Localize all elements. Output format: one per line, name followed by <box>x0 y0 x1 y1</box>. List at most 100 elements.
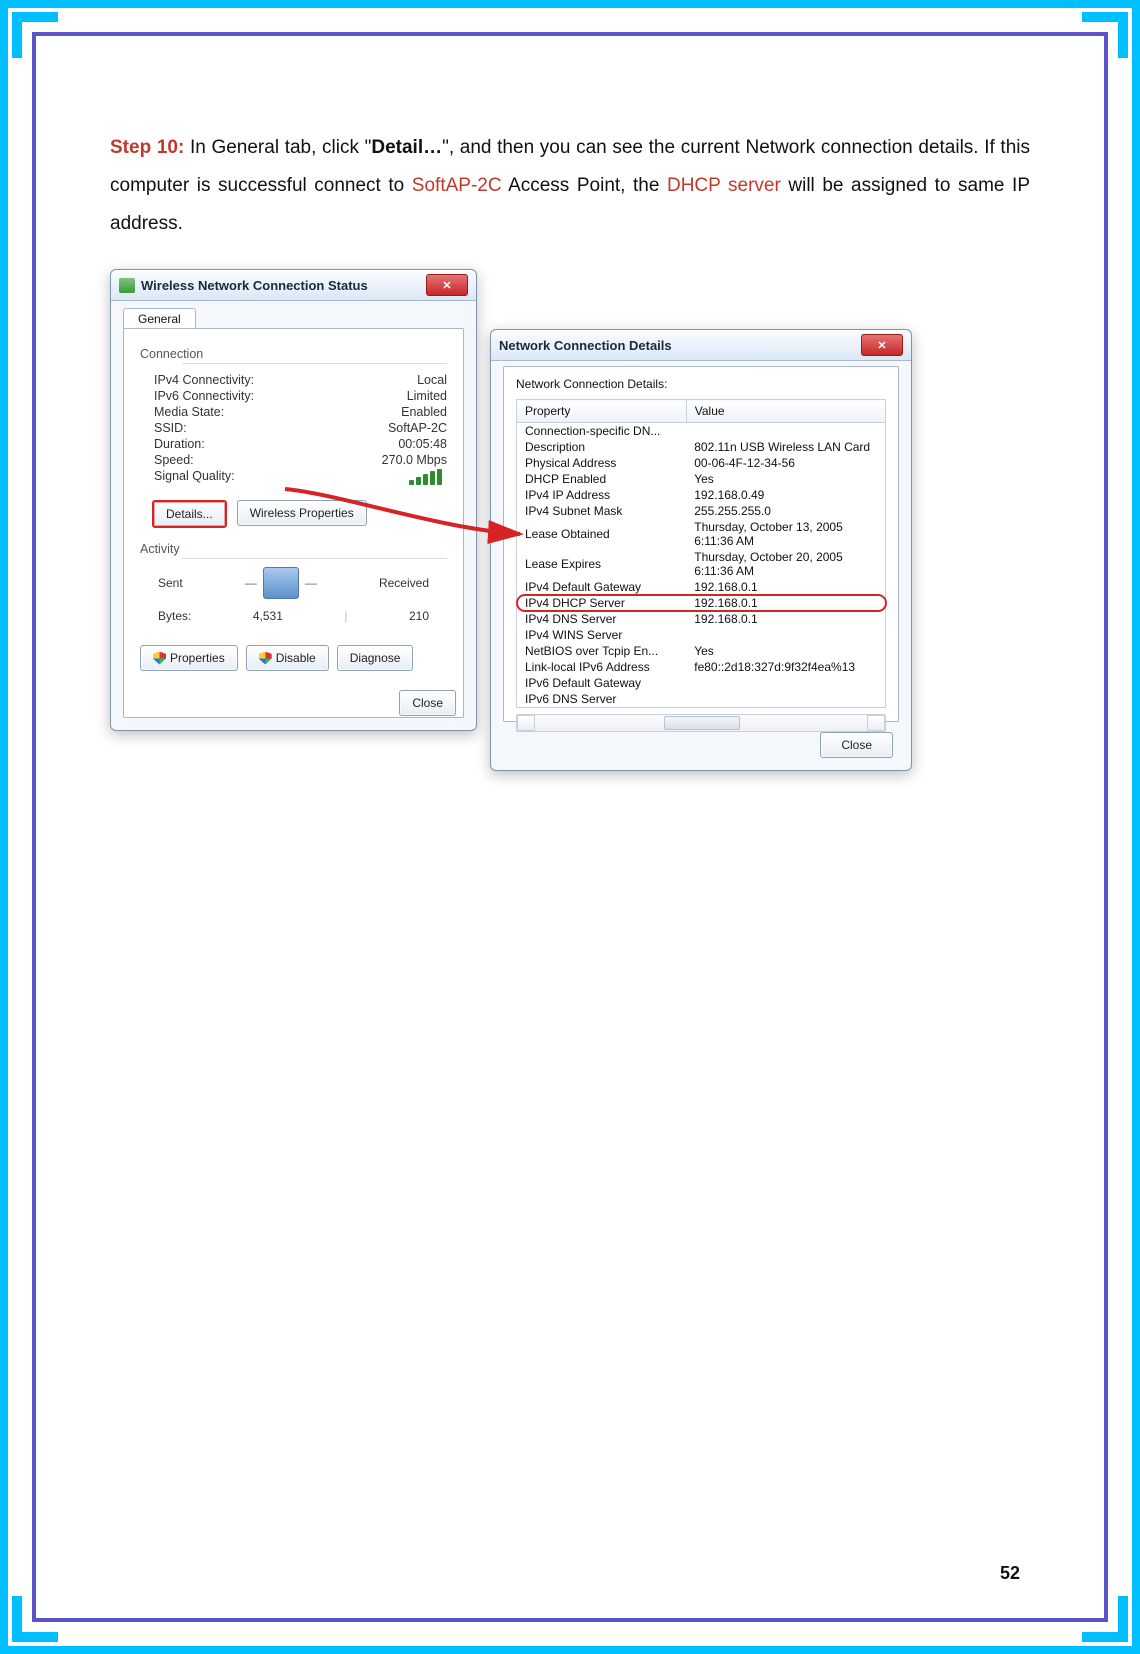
bytes-sent-value: 4,531 <box>253 609 283 623</box>
property-cell: DHCP Enabled <box>517 471 687 487</box>
property-cell: IPv4 IP Address <box>517 487 687 503</box>
corner-decoration <box>12 12 58 58</box>
instruction-text: Step 10: In General tab, click "Detail…"… <box>110 129 1030 243</box>
details-title: Network Connection Details <box>499 338 672 353</box>
speed-label: Speed: <box>154 453 194 467</box>
detail-keyword: Detail… <box>371 137 442 158</box>
properties-button[interactable]: Properties <box>140 645 238 671</box>
ipv4-connectivity-value: Local <box>417 373 447 387</box>
col-value[interactable]: Value <box>686 400 885 423</box>
duration-label: Duration: <box>154 437 205 451</box>
value-cell: Thursday, October 13, 2005 6:11:36 AM <box>686 519 885 549</box>
received-label: Received <box>379 576 429 590</box>
page-number: 52 <box>1000 1563 1020 1584</box>
activity-heading: Activity <box>140 542 447 559</box>
shield-icon <box>153 652 166 665</box>
property-cell: NetBIOS over Tcpip En... <box>517 643 687 659</box>
details-titlebar[interactable]: Network Connection Details ✕ <box>491 330 911 361</box>
status-dialog: Wireless Network Connection Status ✕ Gen… <box>110 269 477 731</box>
property-cell: Lease Expires <box>517 549 687 579</box>
status-close-button[interactable]: Close <box>399 690 456 716</box>
close-icon[interactable]: ✕ <box>861 334 903 356</box>
table-row[interactable]: Link-local IPv6 Addressfe80::2d18:327d:9… <box>517 659 886 675</box>
property-cell: IPv4 DHCP Server <box>517 595 687 611</box>
property-cell: IPv6 Default Gateway <box>517 675 687 691</box>
status-title: Wireless Network Connection Status <box>141 278 368 293</box>
sent-label: Sent <box>158 576 183 590</box>
value-cell: Thursday, October 20, 2005 6:11:36 AM <box>686 549 885 579</box>
connection-heading: Connection <box>140 347 447 364</box>
value-cell <box>686 691 885 708</box>
horizontal-scrollbar[interactable] <box>516 714 886 732</box>
signal-bars-icon <box>409 469 447 485</box>
table-row[interactable]: IPv4 DNS Server192.168.0.1 <box>517 611 886 627</box>
property-cell: IPv4 DNS Server <box>517 611 687 627</box>
ipv6-connectivity-label: IPv6 Connectivity: <box>154 389 254 403</box>
dhcp-keyword: DHCP server <box>667 175 781 196</box>
table-row[interactable]: Connection-specific DN... <box>517 423 886 440</box>
shield-icon <box>259 652 272 665</box>
bytes-label: Bytes: <box>158 609 191 623</box>
corner-decoration <box>12 1596 58 1642</box>
property-cell: Description <box>517 439 687 455</box>
value-cell: 802.11n USB Wireless LAN Card <box>686 439 885 455</box>
details-button[interactable]: Details... <box>152 500 227 528</box>
property-cell: IPv4 WINS Server <box>517 627 687 643</box>
step-label: Step 10: <box>110 137 184 158</box>
signal-quality-label: Signal Quality: <box>154 469 235 485</box>
tab-general[interactable]: General <box>123 308 196 330</box>
scroll-right-arrow-icon[interactable] <box>867 715 885 731</box>
table-row[interactable]: IPv4 WINS Server <box>517 627 886 643</box>
value-cell: 192.168.0.1 <box>686 595 885 611</box>
value-cell: Yes <box>686 643 885 659</box>
table-row[interactable]: DHCP EnabledYes <box>517 471 886 487</box>
details-dialog: Network Connection Details ✕ Network Con… <box>490 329 912 771</box>
table-row[interactable]: Lease ExpiresThursday, October 20, 2005 … <box>517 549 886 579</box>
details-subtitle: Network Connection Details: <box>516 377 886 391</box>
col-property[interactable]: Property <box>517 400 687 423</box>
close-icon[interactable]: ✕ <box>426 274 468 296</box>
media-state-label: Media State: <box>154 405 224 419</box>
property-cell: Lease Obtained <box>517 519 687 549</box>
table-row[interactable]: IPv6 Default Gateway <box>517 675 886 691</box>
property-cell: Connection-specific DN... <box>517 423 687 440</box>
value-cell: 192.168.0.1 <box>686 611 885 627</box>
scroll-thumb[interactable] <box>664 716 740 730</box>
value-cell: 192.168.0.49 <box>686 487 885 503</box>
disable-button[interactable]: Disable <box>246 645 329 671</box>
ssid-label: SSID: <box>154 421 187 435</box>
wireless-properties-button[interactable]: Wireless Properties <box>237 500 367 526</box>
table-row[interactable]: Lease ObtainedThursday, October 13, 2005… <box>517 519 886 549</box>
table-row[interactable]: IPv4 IP Address192.168.0.49 <box>517 487 886 503</box>
details-close-button[interactable]: Close <box>820 732 893 758</box>
table-row[interactable]: IPv4 Default Gateway192.168.0.1 <box>517 579 886 595</box>
details-table: Property Value Connection-specific DN...… <box>516 399 886 708</box>
corner-decoration <box>1082 1596 1128 1642</box>
table-row[interactable]: IPv4 DHCP Server192.168.0.1 <box>517 595 886 611</box>
duration-value: 00:05:48 <box>398 437 447 451</box>
diagnose-button[interactable]: Diagnose <box>337 645 414 671</box>
value-cell <box>686 627 885 643</box>
scroll-left-arrow-icon[interactable] <box>517 715 535 731</box>
speed-value: 270.0 Mbps <box>382 453 447 467</box>
table-row[interactable]: Physical Address00-06-4F-12-34-56 <box>517 455 886 471</box>
ipv6-connectivity-value: Limited <box>407 389 447 403</box>
bytes-received-value: 210 <box>409 609 429 623</box>
property-cell: IPv4 Default Gateway <box>517 579 687 595</box>
value-cell: Yes <box>686 471 885 487</box>
wireless-icon <box>119 278 135 293</box>
value-cell <box>686 423 885 440</box>
table-row[interactable]: NetBIOS over Tcpip En...Yes <box>517 643 886 659</box>
property-cell: IPv4 Subnet Mask <box>517 503 687 519</box>
ipv4-connectivity-label: IPv4 Connectivity: <box>154 373 254 387</box>
table-row[interactable]: IPv6 DNS Server <box>517 691 886 708</box>
value-cell <box>686 675 885 691</box>
status-titlebar[interactable]: Wireless Network Connection Status ✕ <box>111 270 476 301</box>
activity-icon <box>263 567 299 599</box>
corner-decoration <box>1082 12 1128 58</box>
table-row[interactable]: IPv4 Subnet Mask255.255.255.0 <box>517 503 886 519</box>
media-state-value: Enabled <box>401 405 447 419</box>
softap-keyword: SoftAP-2C <box>412 175 502 196</box>
property-cell: IPv6 DNS Server <box>517 691 687 708</box>
table-row[interactable]: Description802.11n USB Wireless LAN Card <box>517 439 886 455</box>
